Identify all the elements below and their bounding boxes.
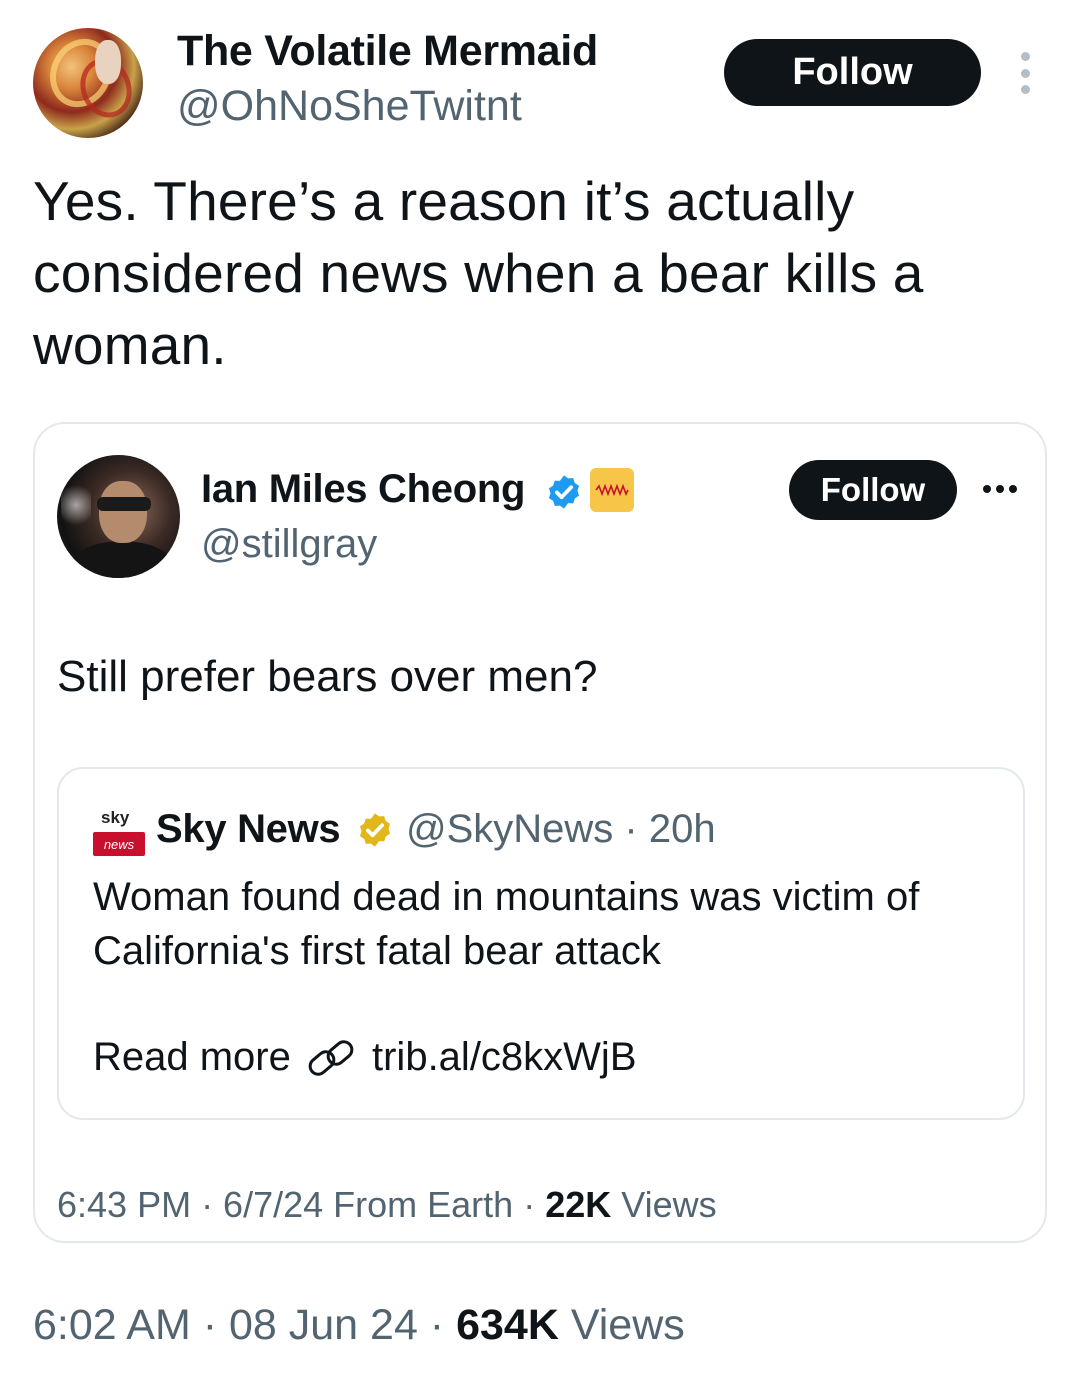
quoted-more-icon[interactable] (983, 485, 1017, 493)
sky-logo-bar: news (93, 832, 145, 856)
author-avatar[interactable] (33, 28, 143, 138)
inner-author-name[interactable]: Sky News (156, 807, 341, 852)
link-icon (308, 1040, 354, 1076)
verified-badge-icon (548, 475, 580, 509)
sky-logo-text: sky (101, 808, 130, 827)
quoted-tweet-meta: 6:43 PM · 6/7/24 From Earth · 22K Views (57, 1184, 717, 1226)
author-handle[interactable]: @OhNoSheTwitnt (177, 82, 522, 131)
tweet-meta: 6:02 AM · 08 Jun 24 · 634K Views (33, 1301, 685, 1350)
views-label: Views (558, 1301, 685, 1349)
tweet-time[interactable]: 6:02 AM · 08 Jun 24 · (33, 1301, 456, 1349)
views-count: 634K (456, 1301, 559, 1349)
article-link[interactable]: trib.al/c8kxWjB (372, 1035, 637, 1080)
tweet-text: Yes. There’s a reason it’s actually cons… (33, 170, 924, 376)
author-display-name[interactable]: The Volatile Mermaid (177, 27, 598, 76)
sky-news-logo-icon[interactable]: sky news (93, 808, 145, 856)
quoted-author-handle[interactable]: @stillgray (201, 522, 377, 567)
quoted-author-name[interactable]: Ian Miles Cheong (201, 467, 525, 512)
quoted-views-label: Views (611, 1184, 717, 1225)
quoted-author-avatar[interactable] (57, 455, 180, 578)
quoted-views-count: 22K (545, 1184, 612, 1225)
inner-handle-time: @SkyNews · 20h (406, 807, 716, 851)
verified-gold-badge-icon (359, 813, 391, 847)
read-more-label: Read more (93, 1035, 291, 1079)
inner-tweet-text: Woman found dead in mountains was victim… (93, 875, 920, 973)
quoted-meta-time: 6:43 PM · 6/7/24 From Earth · (57, 1184, 546, 1225)
affiliate-badge-icon (590, 468, 634, 512)
more-options-icon[interactable] (1015, 52, 1035, 94)
follow-button[interactable]: Follow (724, 39, 981, 106)
quoted-follow-button[interactable]: Follow (789, 460, 957, 520)
quoted-tweet-text: Still prefer bears over men? (57, 652, 598, 701)
